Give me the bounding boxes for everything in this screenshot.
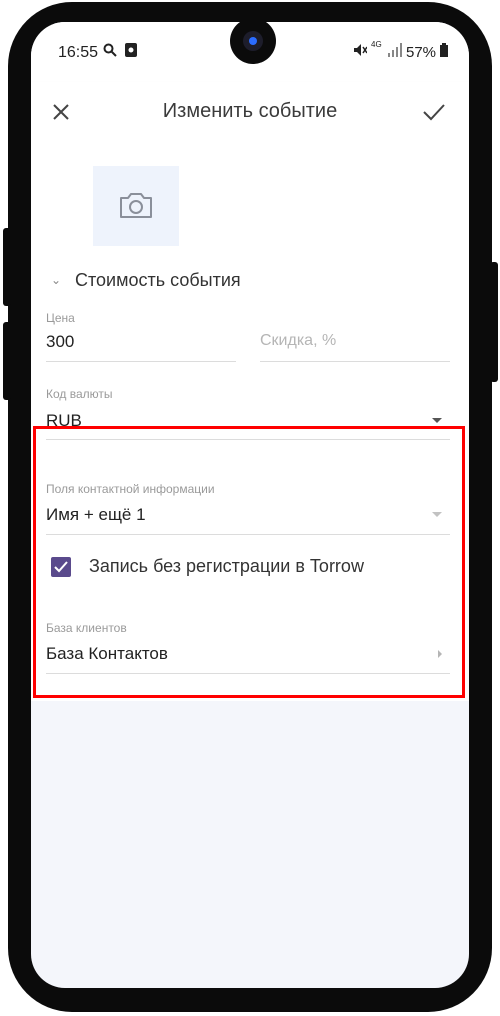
section-header-cost[interactable]: ⌄ Стоимость события: [51, 270, 241, 291]
front-camera: [230, 22, 276, 64]
chevron-down-icon: ⌄: [51, 273, 62, 287]
status-bar: 16:55 4G 57%: [31, 22, 469, 82]
screen: 16:55 4G 57% Изменить событие ⌄ Стоимост…: [31, 22, 469, 988]
power-button: [3, 322, 11, 400]
volume-button: [3, 228, 11, 306]
price-underline: [46, 361, 236, 362]
mute-icon: [353, 43, 368, 60]
page-title: Изменить событие: [162, 100, 338, 122]
app-bar: Изменить событие: [31, 82, 469, 146]
price-label: Цена: [46, 311, 75, 325]
signal-icon: [388, 43, 402, 60]
section-title: Стоимость события: [75, 270, 241, 290]
camera-icon: [120, 193, 152, 218]
battery-icon: [440, 43, 448, 60]
status-time: 16:55: [58, 44, 99, 61]
notification-icon: [125, 43, 137, 60]
battery-percent: 57%: [406, 44, 437, 61]
event-form: ⌄ Стоимость события Цена 300 Скидка, % Ко…: [31, 146, 469, 701]
search-icon: [103, 43, 117, 60]
currency-dropdown-icon[interactable]: [432, 418, 442, 423]
currency-label: Код валюты: [46, 387, 113, 401]
photo-upload[interactable]: [93, 166, 179, 246]
side-button: [490, 262, 498, 382]
network-type: 4G: [371, 40, 382, 49]
discount-input[interactable]: Скидка, %: [260, 332, 336, 350]
price-input[interactable]: 300: [46, 332, 74, 352]
highlight-box: [33, 426, 465, 698]
save-check-icon[interactable]: [421, 100, 447, 124]
discount-underline: [260, 361, 450, 362]
